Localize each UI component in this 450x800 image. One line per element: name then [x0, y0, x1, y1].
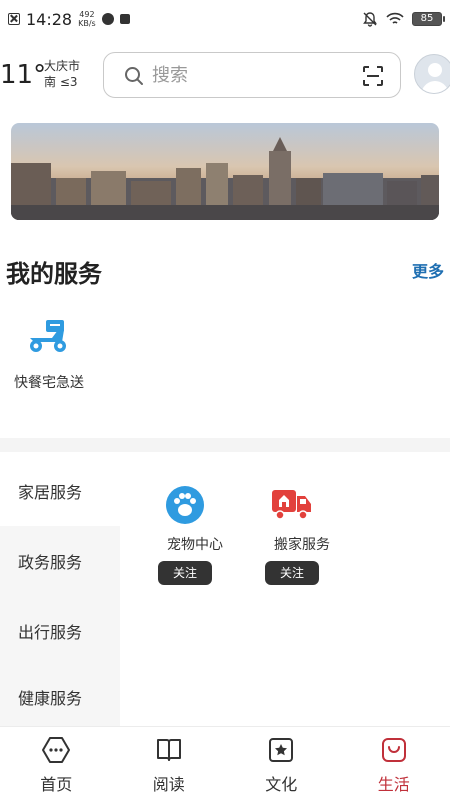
avatar[interactable]	[414, 54, 450, 94]
section-divider	[0, 438, 450, 452]
wifi-icon	[386, 12, 404, 24]
nav-label-culture: 文化	[265, 775, 298, 794]
bottom-nav: 首页 阅读 文化 生活	[0, 726, 450, 800]
moving-service-label: 搬家服务	[274, 537, 330, 553]
section-title-my-services: 我的服务	[6, 260, 102, 288]
nav-item-home[interactable]: 首页	[0, 727, 113, 800]
nav-item-read[interactable]: 阅读	[113, 727, 226, 800]
weather-location[interactable]: 大庆市 南 ≤3	[44, 58, 80, 90]
city-name: 大庆市	[44, 59, 81, 73]
status-bar: 14:28 492 KB/s 85	[0, 0, 450, 38]
truck-icon	[272, 490, 311, 520]
status-time: 14:28	[26, 9, 73, 29]
follow-button[interactable]: 关注	[265, 561, 319, 585]
paw-icon	[166, 486, 204, 524]
book-icon	[156, 739, 181, 761]
life-icon	[381, 738, 406, 762]
service-item-label: 快餐宅急送	[14, 375, 84, 391]
app-notification-icon-2	[119, 14, 130, 24]
city-banner-image[interactable]	[11, 123, 439, 220]
scan-icon[interactable]	[362, 65, 384, 87]
scooter-icon	[30, 320, 66, 352]
category-item-home[interactable]: 家居服务	[0, 456, 120, 526]
notification-close-icon	[8, 13, 20, 25]
city-skyline-illustration	[11, 123, 439, 220]
category-list: 家居服务 政务服务 出行服务 健康服务	[0, 452, 120, 732]
header: 11° 大庆市 南 ≤3	[0, 46, 450, 102]
pet-center-label: 宠物中心	[167, 537, 223, 553]
category-item-government[interactable]: 政务服务	[0, 526, 120, 596]
search-icon	[125, 67, 143, 85]
nav-label-read: 阅读	[152, 775, 185, 794]
category-item-health[interactable]: 健康服务	[0, 662, 120, 732]
more-link[interactable]: 更多	[412, 258, 444, 282]
temperature[interactable]: 11°	[0, 60, 46, 90]
search-bar[interactable]	[103, 52, 401, 98]
nav-label-home: 首页	[40, 775, 73, 794]
wind-level: 南 ≤3	[44, 75, 78, 89]
home-icon	[42, 737, 71, 763]
mute-bell-icon	[363, 12, 377, 27]
nav-label-life: 生活	[377, 775, 410, 794]
culture-icon	[269, 738, 294, 762]
user-avatar-icon	[421, 63, 449, 93]
network-speed-unit: KB/s	[78, 19, 96, 28]
battery-icon: 85	[412, 12, 445, 26]
search-input[interactable]	[152, 61, 352, 89]
category-item-travel[interactable]: 出行服务	[0, 596, 120, 666]
app-notification-icon	[101, 13, 114, 25]
nav-item-culture[interactable]: 文化	[225, 727, 338, 800]
follow-button[interactable]: 关注	[158, 561, 212, 585]
network-speed-value: 492	[79, 10, 95, 19]
network-speed: 492 KB/s	[78, 10, 96, 28]
nav-item-life[interactable]: 生活	[338, 727, 450, 800]
